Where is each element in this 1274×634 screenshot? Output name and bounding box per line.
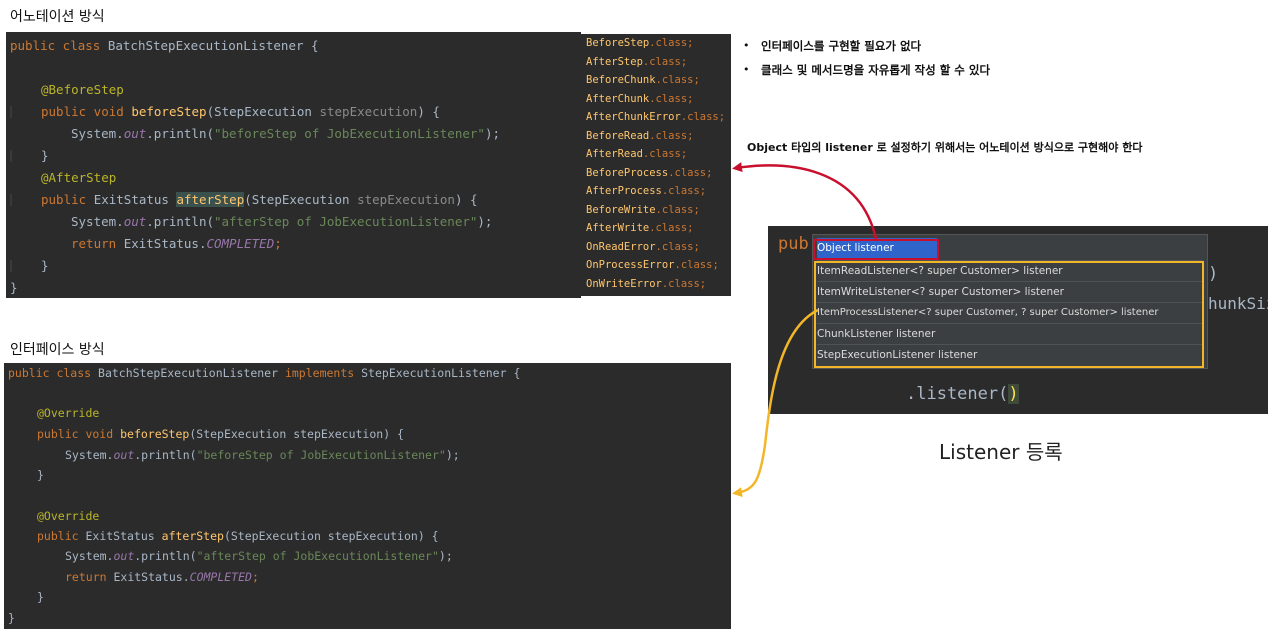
red-arrow	[732, 162, 878, 240]
arrows-overlay	[732, 162, 878, 497]
yellow-arrow	[732, 308, 819, 497]
